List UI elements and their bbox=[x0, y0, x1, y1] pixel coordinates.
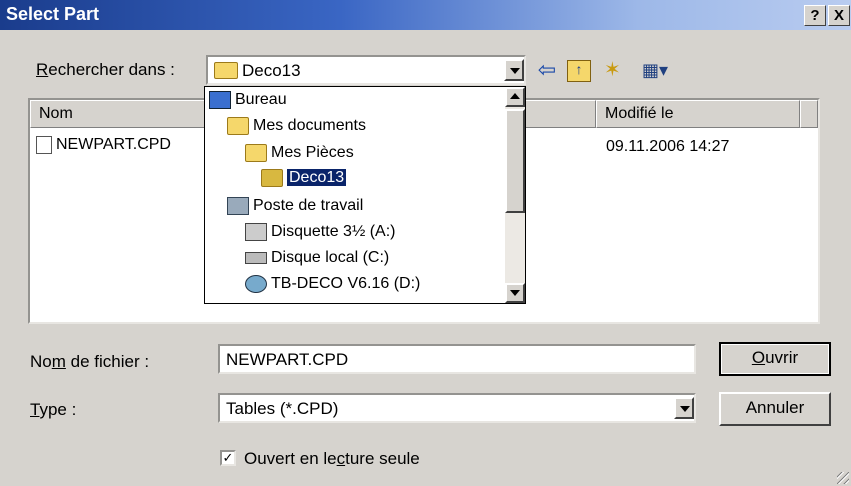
lookin-dropdown-arrow[interactable] bbox=[504, 59, 524, 81]
view-menu-icon[interactable]: ▦▾ bbox=[642, 58, 682, 82]
cancel-button[interactable]: Annuler bbox=[719, 392, 831, 426]
lookin-value: Deco13 bbox=[242, 61, 301, 80]
cd-drive-icon bbox=[245, 275, 267, 293]
type-select[interactable]: Tables (*.CPD) bbox=[218, 393, 696, 423]
back-icon[interactable]: ⇦ bbox=[535, 58, 559, 82]
file-name: NEWPART.CPD bbox=[56, 136, 171, 154]
close-button[interactable]: X bbox=[828, 5, 850, 26]
list-item[interactable]: TB-DECO V6.16 (D:) bbox=[245, 275, 420, 302]
lookin-label: Rechercher dans : bbox=[36, 60, 175, 79]
filename-label: Nom de fichier : bbox=[30, 352, 150, 371]
up-folder-icon[interactable]: ↑ bbox=[567, 60, 591, 82]
list-item[interactable]: Poste de travail bbox=[227, 197, 363, 224]
list-item[interactable]: Mes documents bbox=[227, 117, 366, 144]
floppy-icon bbox=[245, 223, 267, 241]
list-item[interactable]: Bureau bbox=[209, 91, 287, 118]
title-bar[interactable]: Select Part ? X bbox=[0, 0, 851, 30]
list-item[interactable]: Disque local (C:) bbox=[245, 249, 389, 276]
list-item[interactable]: Disquette 3½ (A:) bbox=[245, 223, 396, 250]
file-icon bbox=[36, 136, 52, 154]
open-folder-icon bbox=[261, 169, 283, 187]
type-dropdown-arrow[interactable] bbox=[674, 397, 694, 419]
column-header-filler bbox=[800, 100, 818, 128]
lookin-dropdown-list[interactable]: Bureau Mes documents Mes Pièces Deco13 P… bbox=[204, 86, 526, 304]
resize-grip-icon[interactable] bbox=[837, 472, 849, 484]
list-item[interactable]: Mes Pièces bbox=[245, 144, 354, 171]
readonly-label[interactable]: Ouvert en lecture seule bbox=[244, 449, 420, 469]
my-documents-icon bbox=[227, 117, 249, 135]
folder-icon bbox=[245, 144, 267, 162]
scroll-thumb[interactable] bbox=[505, 109, 525, 213]
table-row[interactable]: NEWPART.CPD bbox=[36, 136, 171, 154]
scroll-down-button[interactable] bbox=[505, 283, 525, 303]
lookin-combo[interactable]: Deco13 bbox=[206, 55, 526, 85]
column-header-modified[interactable]: Modifié le bbox=[596, 100, 800, 128]
file-modified: 09.11.2006 14:27 bbox=[606, 138, 730, 155]
help-button[interactable]: ? bbox=[804, 5, 826, 26]
readonly-checkbox[interactable]: ✓ bbox=[220, 450, 236, 466]
column-header-name[interactable]: Nom bbox=[30, 100, 208, 128]
filename-input[interactable]: NEWPART.CPD bbox=[218, 344, 696, 374]
list-item-selected[interactable]: Deco13 bbox=[261, 169, 347, 196]
tree-scrollbar[interactable] bbox=[505, 87, 525, 303]
window-title: Select Part bbox=[6, 4, 100, 24]
arrow-up-icon bbox=[510, 93, 520, 99]
open-folder-icon bbox=[214, 62, 238, 79]
my-computer-icon bbox=[227, 197, 249, 215]
hard-drive-icon bbox=[245, 251, 267, 264]
scroll-up-button[interactable] bbox=[505, 87, 525, 107]
open-button[interactable]: Ouvrir bbox=[719, 342, 831, 376]
type-label: Type : bbox=[30, 400, 77, 419]
desktop-icon bbox=[209, 91, 231, 109]
arrow-down-icon bbox=[510, 290, 520, 296]
new-folder-icon[interactable]: ✶ bbox=[604, 58, 632, 82]
